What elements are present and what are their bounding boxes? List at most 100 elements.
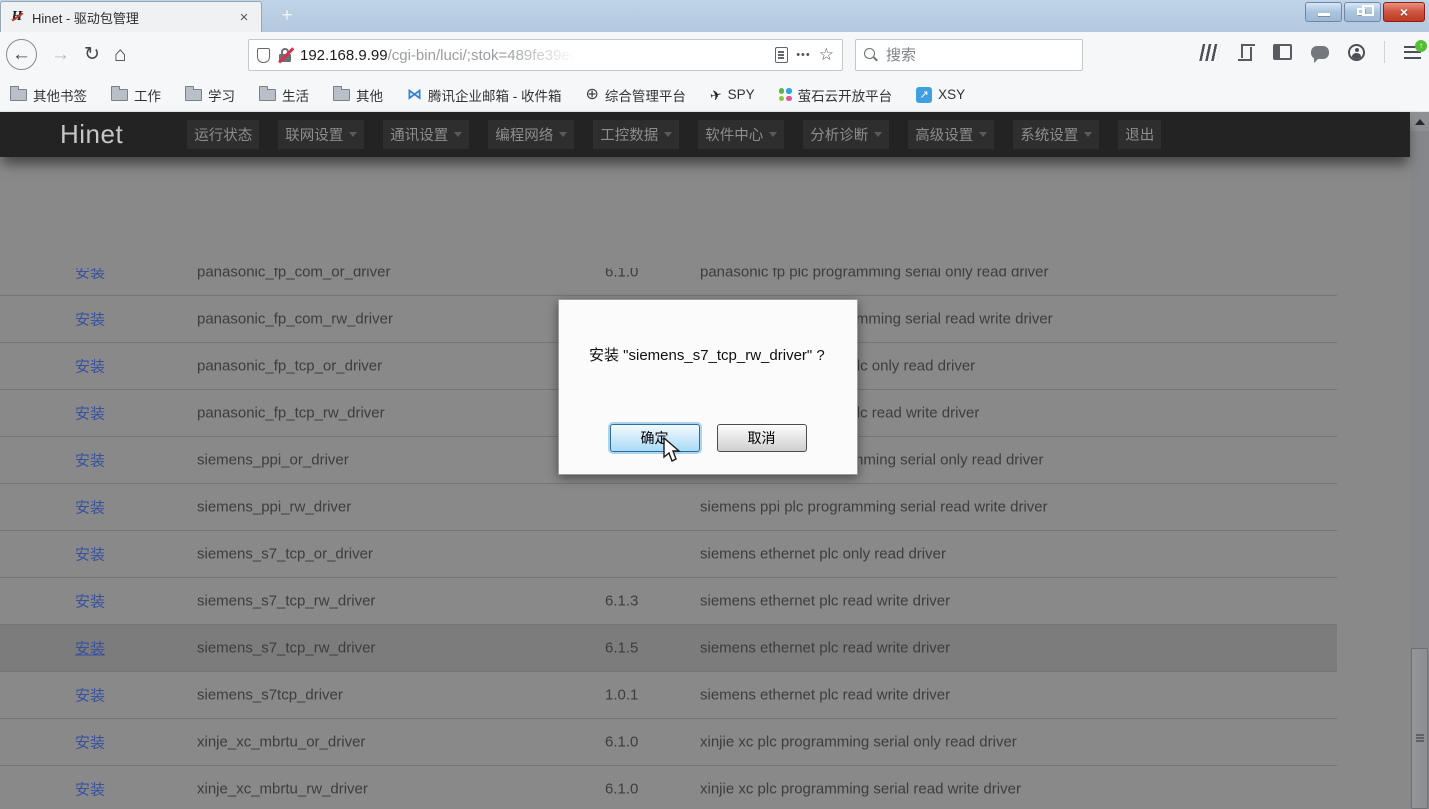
screenshot-icon[interactable] <box>1238 44 1254 60</box>
bookmark-spy[interactable]: ✈SPY <box>710 87 755 102</box>
scroll-up-button[interactable] <box>1410 112 1429 131</box>
driver-version: 6.1.0 <box>605 734 638 751</box>
bookmark-admin-platform[interactable]: ⊕综合管理平台 <box>586 85 686 105</box>
bookmarks-bar: 其他书签 工作 学习 生活 其他 ⋈腾讯企业邮箱 - 收件箱 ⊕综合管理平台 ✈… <box>0 78 1429 112</box>
chevron-down-icon <box>979 132 987 137</box>
arrow-badge-icon: ↗ <box>916 87 932 103</box>
bookmark-folder-work[interactable]: 工作 <box>111 85 161 105</box>
tencent-mail-icon: ⋈ <box>407 88 422 102</box>
plane-icon: ✈ <box>709 86 723 102</box>
driver-name: siemens_s7_tcp_rw_driver <box>197 593 375 610</box>
new-tab-button[interactable]: + <box>272 4 302 29</box>
tracking-shield-icon[interactable] <box>257 48 270 63</box>
menu-comm-settings[interactable]: 通讯设置 <box>383 120 469 149</box>
menu-logout[interactable]: 退出 <box>1118 120 1161 149</box>
insecure-lock-icon[interactable] <box>278 48 292 62</box>
confirm-dialog: 安装 "siemens_s7_tcp_rw_driver" ? 确定 取消 <box>558 299 858 475</box>
bookmark-folder-study[interactable]: 学习 <box>185 85 235 105</box>
cancel-button[interactable]: 取消 <box>717 424 807 452</box>
close-icon: × <box>1384 3 1424 21</box>
bookmark-ezviz-platform[interactable]: 萤石云开放平台 <box>779 85 893 105</box>
driver-description: siemens ethernet plc only read driver <box>700 546 946 563</box>
site-favicon-icon: H <box>9 9 25 25</box>
forward-button[interactable]: → <box>51 44 70 66</box>
folder-icon <box>333 89 350 101</box>
install-link[interactable]: 安装 <box>75 497 105 518</box>
bookmark-folder-misc[interactable]: 其他 <box>333 85 383 105</box>
chevron-down-icon <box>664 132 672 137</box>
menu-hamburger-icon[interactable]: ↑ <box>1404 46 1421 59</box>
install-link[interactable]: 安装 <box>75 779 105 800</box>
messages-icon[interactable] <box>1311 46 1329 59</box>
menu-advanced-settings[interactable]: 高级设置 <box>908 120 994 149</box>
table-row: 安装 siemens_s7_tcp_rw_driver 6.1.3 siemen… <box>0 578 1337 625</box>
scrollbar-thumb[interactable] <box>1411 648 1428 809</box>
driver-description: xinjie xc plc programming serial only re… <box>700 734 1017 751</box>
search-box[interactable] <box>855 39 1083 71</box>
install-link[interactable]: 安装 <box>75 732 105 753</box>
home-button[interactable]: ⌂ <box>114 43 127 67</box>
install-link[interactable]: 安装 <box>75 638 105 659</box>
account-icon[interactable] <box>1348 44 1365 61</box>
chevron-down-icon <box>349 132 357 137</box>
library-icon[interactable] <box>1199 44 1221 61</box>
install-link[interactable]: 安装 <box>75 685 105 706</box>
page-actions-icon[interactable]: ••• <box>796 49 811 61</box>
bookmark-tencent-mail[interactable]: ⋈腾讯企业邮箱 - 收件箱 <box>407 85 562 105</box>
install-link[interactable]: 安装 <box>75 591 105 612</box>
install-link[interactable]: 安装 <box>75 450 105 471</box>
bookmark-folder-life[interactable]: 生活 <box>259 85 309 105</box>
folder-icon <box>259 89 276 101</box>
sidebar-toggle-icon[interactable] <box>1273 44 1292 60</box>
back-button[interactable]: ← <box>6 39 37 70</box>
folder-icon <box>185 89 202 101</box>
reload-button[interactable]: ↻ <box>84 43 100 66</box>
bookmark-folder-other-bookmarks[interactable]: 其他书签 <box>10 85 87 105</box>
reader-mode-icon[interactable] <box>775 47 788 63</box>
driver-description: xinjie xc plc programming serial read wr… <box>700 781 1021 798</box>
menu-system-settings[interactable]: 系统设置 <box>1013 120 1099 149</box>
install-link[interactable]: 安装 <box>75 544 105 565</box>
menu-industrial-data[interactable]: 工控数据 <box>593 120 679 149</box>
table-row: 安装 siemens_s7_tcp_or_driver siemens ethe… <box>0 531 1337 578</box>
url-bar[interactable]: 192.168.9.99/cgi-bin/luci/;stok=489fe39e… <box>248 39 843 71</box>
menu-software-center[interactable]: 软件中心 <box>698 120 784 149</box>
driver-version: 6.1.3 <box>605 593 638 610</box>
driver-name: panasonic_fp_com_rw_driver <box>197 311 393 328</box>
table-row: 安装 xinje_xc_mbrtu_or_driver 6.1.0 xinjie… <box>0 719 1337 766</box>
update-badge: ↑ <box>1415 40 1427 52</box>
bookmark-xsy[interactable]: ↗XSY <box>916 87 965 103</box>
driver-version: 1.0.1 <box>605 687 638 704</box>
tab-close-icon[interactable]: × <box>235 9 253 26</box>
ok-button[interactable]: 确定 <box>610 424 700 452</box>
menu-network-settings[interactable]: 联网设置 <box>278 120 364 149</box>
site-header: Hinet 运行状态 联网设置 通讯设置 编程网络 工控数据 软件中心 分析诊断… <box>0 112 1410 157</box>
driver-description: panasonic fp plc programming serial only… <box>700 268 1049 281</box>
restore-icon <box>1357 8 1365 15</box>
minimize-button[interactable] <box>1305 2 1342 22</box>
search-input[interactable] <box>886 47 1056 64</box>
browser-tab[interactable]: H Hinet - 驱动包管理 × <box>0 1 262 32</box>
install-link[interactable]: 安装 <box>75 309 105 330</box>
driver-name: siemens_ppi_rw_driver <box>197 499 351 516</box>
menu-run-status[interactable]: 运行状态 <box>187 120 259 149</box>
chevron-down-icon <box>874 132 882 137</box>
menu-programming-network[interactable]: 编程网络 <box>488 120 574 149</box>
scrollbar-grip-icon <box>1416 734 1424 736</box>
table-row: 安装 panasonic_fp_com_or_driver 6.1.0 pana… <box>0 268 1337 296</box>
driver-name: panasonic_fp_tcp_rw_driver <box>197 405 385 422</box>
install-link[interactable]: 安装 <box>75 403 105 424</box>
site-logo: Hinet <box>60 119 123 150</box>
menu-analysis-diagnosis[interactable]: 分析诊断 <box>803 120 889 149</box>
install-link[interactable]: 安装 <box>75 268 105 283</box>
install-link[interactable]: 安装 <box>75 356 105 377</box>
toolbar-divider <box>1384 41 1385 63</box>
bookmark-star-icon[interactable]: ☆ <box>819 45 834 65</box>
driver-description: siemens ethernet plc read write driver <box>700 687 950 704</box>
vertical-scrollbar[interactable] <box>1410 112 1429 809</box>
driver-version: 6.1.0 <box>605 268 638 281</box>
close-button[interactable]: × <box>1383 2 1425 22</box>
url-text[interactable]: 192.168.9.99/cgi-bin/luci/;stok=489fe39e… <box>300 47 767 64</box>
chevron-down-icon <box>769 132 777 137</box>
restore-button[interactable] <box>1344 2 1381 22</box>
